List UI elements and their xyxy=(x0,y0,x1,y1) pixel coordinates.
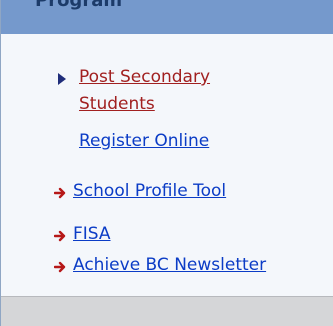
register-online-label: Register Online xyxy=(79,131,210,151)
panel-header: Program xyxy=(1,0,333,34)
red-arrow-right-icon xyxy=(54,187,66,199)
triangle-bullet-icon xyxy=(58,73,66,85)
achieve-bc-newsletter-label: Achieve BC Newsletter xyxy=(73,255,267,275)
fisa-label: FISA xyxy=(73,224,111,244)
post-secondary-students-link[interactable]: Post Secondary xyxy=(79,67,210,88)
register-online-link[interactable]: Register Online xyxy=(79,131,209,152)
post-secondary-students-link-line-2[interactable]: Students xyxy=(79,94,155,115)
program-panel: Program Post Secondary Students Register… xyxy=(0,0,333,326)
school-profile-tool-label: School Profile Tool xyxy=(73,181,227,201)
red-arrow-right-icon xyxy=(54,230,66,242)
panel-title: Program xyxy=(35,0,123,11)
achieve-bc-newsletter-link[interactable]: Achieve BC Newsletter xyxy=(73,255,266,276)
red-arrow-right-icon xyxy=(54,261,66,273)
post-secondary-line-2: Students xyxy=(79,94,155,114)
fisa-link[interactable]: FISA xyxy=(73,224,111,245)
panel-footer xyxy=(1,296,333,326)
post-secondary-line-1: Post Secondary xyxy=(79,67,211,87)
panel-content: Post Secondary Students Register Online … xyxy=(1,34,333,296)
school-profile-tool-link[interactable]: School Profile Tool xyxy=(73,181,226,202)
